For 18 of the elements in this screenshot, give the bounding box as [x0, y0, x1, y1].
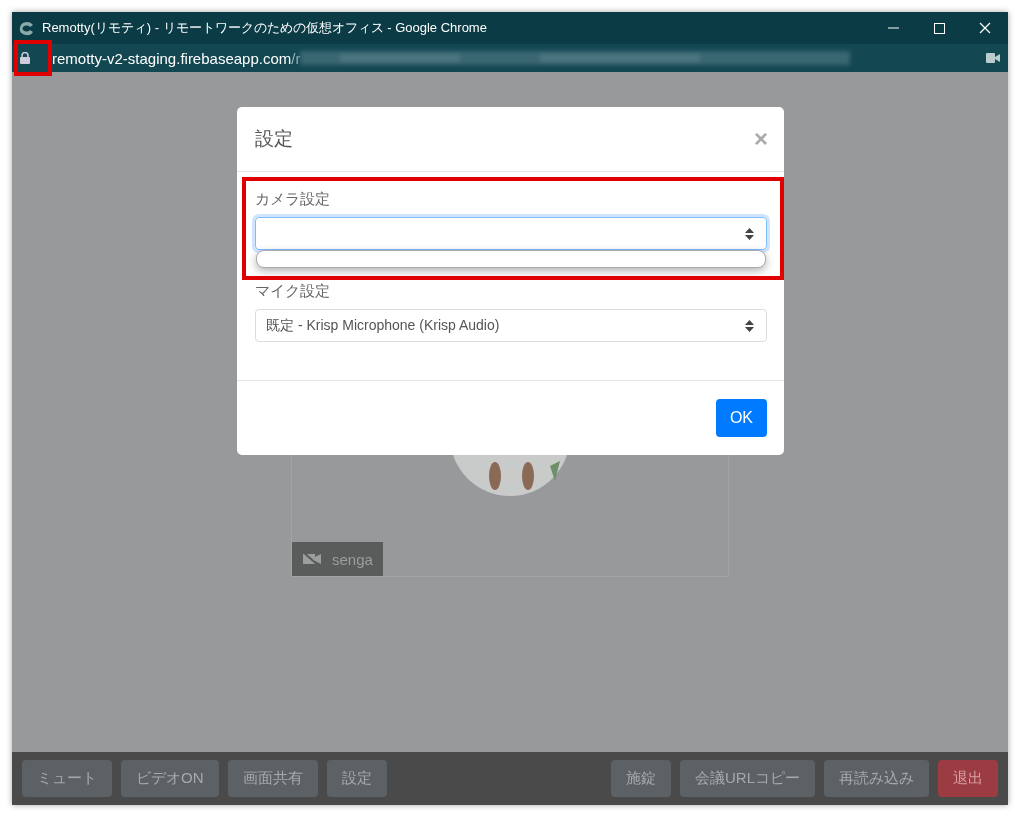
dialog-title: 設定: [255, 127, 293, 151]
toolbar-button[interactable]: 再読み込み: [824, 760, 929, 797]
participant-name: senga: [332, 550, 373, 568]
toolbar-button[interactable]: 会議URLコピー: [680, 760, 815, 797]
exit-button[interactable]: 退出: [938, 760, 998, 797]
field-label: マイク設定: [255, 282, 331, 301]
close-button[interactable]: ×: [754, 125, 768, 153]
ok-button[interactable]: OK: [715, 399, 767, 437]
toolbar-button[interactable]: 画面共有: [227, 760, 318, 797]
toolbar-button[interactable]: 施錠: [611, 760, 671, 797]
select-field[interactable]: 既定 - Krisp Microphone (Krisp Audio): [255, 309, 767, 342]
toolbar-button[interactable]: ミュート: [22, 760, 112, 797]
window-title: Remotty(リモティ) - リモートワークのための仮想オフィス - Google Chrome: [42, 19, 488, 37]
toolbar-button[interactable]: ビデオON: [121, 760, 219, 797]
field-label: カメラ設定: [255, 190, 331, 209]
toolbar-button[interactable]: 設定: [326, 760, 387, 797]
url-path[interactable]: /r: [291, 49, 301, 67]
url-host[interactable]: remotty-v2-staging.firebaseapp.com: [52, 49, 292, 67]
